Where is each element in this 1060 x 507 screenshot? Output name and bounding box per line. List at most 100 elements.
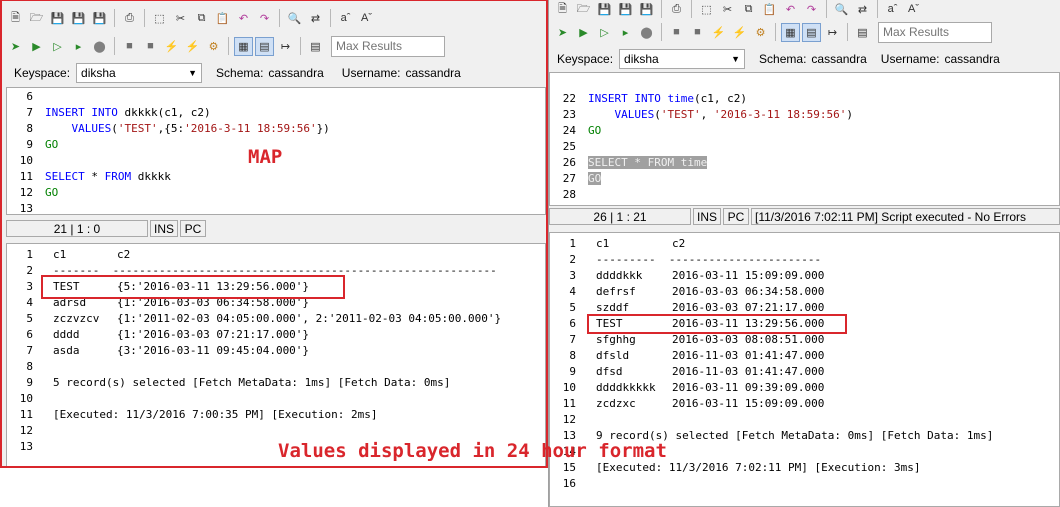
paste-icon[interactable]: 📋 [213, 9, 232, 28]
cell-c1: ddddkkkkk [596, 381, 656, 394]
cell-c1: sfghhg [596, 333, 636, 346]
disconnect-icon[interactable]: ⚡ [183, 37, 202, 56]
editor-line[interactable]: 22 INSERT INTO time(c1, c2) [550, 91, 1059, 107]
editor-line[interactable] [550, 75, 1059, 91]
find-icon[interactable]: 🔍 [832, 0, 851, 19]
editor-line[interactable]: 28 [550, 187, 1059, 203]
font-decrease-icon[interactable]: Aˇ [904, 0, 923, 19]
editor-line[interactable]: 7 INSERT INTO dkkkk(c1, c2) [7, 105, 545, 121]
copy-icon[interactable]: ⧉ [192, 9, 211, 28]
cell-c2: 2016-11-03 01:41:47.000 [672, 349, 825, 362]
line-number: 13 [19, 440, 33, 453]
font-decrease-icon[interactable]: Aˇ [357, 9, 376, 28]
save-all-icon[interactable]: 💾 [69, 9, 88, 28]
result-line: 10 [7, 391, 545, 407]
redo-icon[interactable]: ↷ [255, 9, 274, 28]
new-file-icon[interactable]: 🗎 [6, 9, 25, 28]
grid-view-icon[interactable]: ▦ [234, 36, 253, 56]
query-toolbar: ➤ ▶ ▷ ▸ ⬤ ■ ■ ⚡ ⚡ ⚙ ▦ ▤ ↦ ▤ [549, 19, 1060, 45]
right-query-window: 🗎 🗁 💾 💾 💾 ⎙ ⬚ ✂ ⧉ 📋 ↶ ↷ 🔍 ⇄ aˆ Aˇ ➤ ▶ ▷ … [548, 0, 1060, 507]
rollback-icon[interactable]: ■ [688, 23, 707, 42]
run-all-icon[interactable]: ➤ [6, 37, 25, 56]
cut-icon[interactable]: ✂ [171, 9, 190, 28]
sql-editor[interactable]: 22 INSERT INTO time(c1, c2) 23 VALUES('TES… [549, 72, 1060, 206]
code-token: dkkkk [131, 170, 171, 183]
commit-icon[interactable]: ■ [667, 23, 686, 42]
editor-line[interactable]: 8 VALUES('TEST',{5:'2016-3-11 18:59:56'}… [7, 121, 545, 137]
editor-line[interactable]: 25 [550, 139, 1059, 155]
schema-label: Schema: [759, 52, 807, 66]
grid-view-icon[interactable]: ▦ [781, 22, 800, 42]
print-icon[interactable]: ⎙ [667, 0, 686, 19]
select-icon[interactable]: ⬚ [150, 9, 169, 28]
undo-icon[interactable]: ↶ [781, 0, 800, 19]
keyspace-value: diksha [624, 52, 659, 66]
paste-icon[interactable]: 📋 [760, 0, 779, 19]
editor-line[interactable]: 27 GO [550, 171, 1059, 187]
line-number: 10 [19, 154, 33, 167]
find-icon[interactable]: 🔍 [285, 9, 304, 28]
select-icon[interactable]: ⬚ [697, 0, 716, 19]
results-pane[interactable]: 1 c1 c2 2 --------- ----------------------- 3… [549, 232, 1060, 507]
table-row: 6 dddd {1:'2016-03-03 07:21:17.000'} [7, 327, 545, 343]
replace-icon[interactable]: ⇄ [306, 9, 325, 28]
code-text: GO [45, 137, 58, 153]
save-icon[interactable]: 💾 [48, 9, 67, 28]
editor-line[interactable]: 12 GO [7, 185, 545, 201]
new-file-icon[interactable]: 🗎 [553, 0, 572, 19]
table-row: 8 dfsld 2016-11-03 01:41:47.000 [550, 348, 1059, 364]
open-folder-icon[interactable]: 🗁 [27, 9, 46, 28]
limit-icon[interactable]: ▤ [853, 23, 872, 42]
options-icon[interactable]: ⚙ [751, 23, 770, 42]
editor-line[interactable]: 23 VALUES('TEST', '2016-3-11 18:59:56') [550, 107, 1059, 123]
go-statement: GO [588, 124, 602, 137]
limit-icon[interactable]: ▤ [306, 37, 325, 56]
save-icon[interactable]: 💾 [595, 0, 614, 19]
print-icon[interactable]: ⎙ [120, 9, 139, 28]
editor-line[interactable]: 13 [7, 201, 545, 214]
rollback-icon[interactable]: ■ [141, 37, 160, 56]
stop-icon[interactable]: ⬤ [90, 37, 109, 56]
stop-icon[interactable]: ⬤ [637, 23, 656, 42]
connect-icon[interactable]: ⚡ [162, 37, 181, 56]
replace-icon[interactable]: ⇄ [853, 0, 872, 19]
cell-c2: 2016-03-11 15:09:09.000 [672, 269, 825, 282]
run-icon[interactable]: ▶ [574, 23, 593, 42]
save-as-icon[interactable]: 💾 [90, 9, 109, 28]
cut-icon[interactable]: ✂ [718, 0, 737, 19]
commit-icon[interactable]: ■ [120, 37, 139, 56]
save-all-icon[interactable]: 💾 [616, 0, 635, 19]
redo-icon[interactable]: ↷ [802, 0, 821, 19]
copy-icon[interactable]: ⧉ [739, 0, 758, 19]
save-as-icon[interactable]: 💾 [637, 0, 656, 19]
keyspace-dropdown[interactable]: diksha ▼ [76, 63, 203, 83]
undo-icon[interactable]: ↶ [234, 9, 253, 28]
editor-line[interactable]: 26 SELECT * FROM time [550, 155, 1059, 171]
max-results-input[interactable] [878, 21, 992, 43]
editor-line[interactable]: 11 SELECT * FROM dkkkk [7, 169, 545, 185]
run-icon[interactable]: ▶ [27, 37, 46, 56]
connect-icon[interactable]: ⚡ [709, 23, 728, 42]
run-selection-icon[interactable]: ▸ [69, 37, 88, 56]
editor-line[interactable]: 24 GO [550, 123, 1059, 139]
disconnect-icon[interactable]: ⚡ [730, 23, 749, 42]
line-number: 7 [26, 106, 33, 119]
export-icon[interactable]: ↦ [276, 37, 295, 56]
line-number: 6 [26, 90, 33, 103]
run-all-icon[interactable]: ➤ [553, 23, 572, 42]
font-increase-icon[interactable]: aˆ [883, 0, 902, 19]
text-view-icon[interactable]: ▤ [802, 22, 821, 42]
run-selection-icon[interactable]: ▸ [616, 23, 635, 42]
run-current-icon[interactable]: ▷ [595, 23, 614, 42]
cell-c1: dddd [53, 328, 80, 341]
options-icon[interactable]: ⚙ [204, 37, 223, 56]
run-current-icon[interactable]: ▷ [48, 37, 67, 56]
open-folder-icon[interactable]: 🗁 [574, 0, 593, 19]
max-results-input[interactable] [331, 35, 445, 57]
editor-line[interactable]: 6 [7, 89, 545, 105]
line-number: 12 [19, 186, 33, 199]
keyspace-dropdown[interactable]: diksha ▼ [619, 49, 746, 69]
text-view-icon[interactable]: ▤ [255, 36, 274, 56]
font-increase-icon[interactable]: aˆ [336, 9, 355, 28]
export-icon[interactable]: ↦ [823, 23, 842, 42]
